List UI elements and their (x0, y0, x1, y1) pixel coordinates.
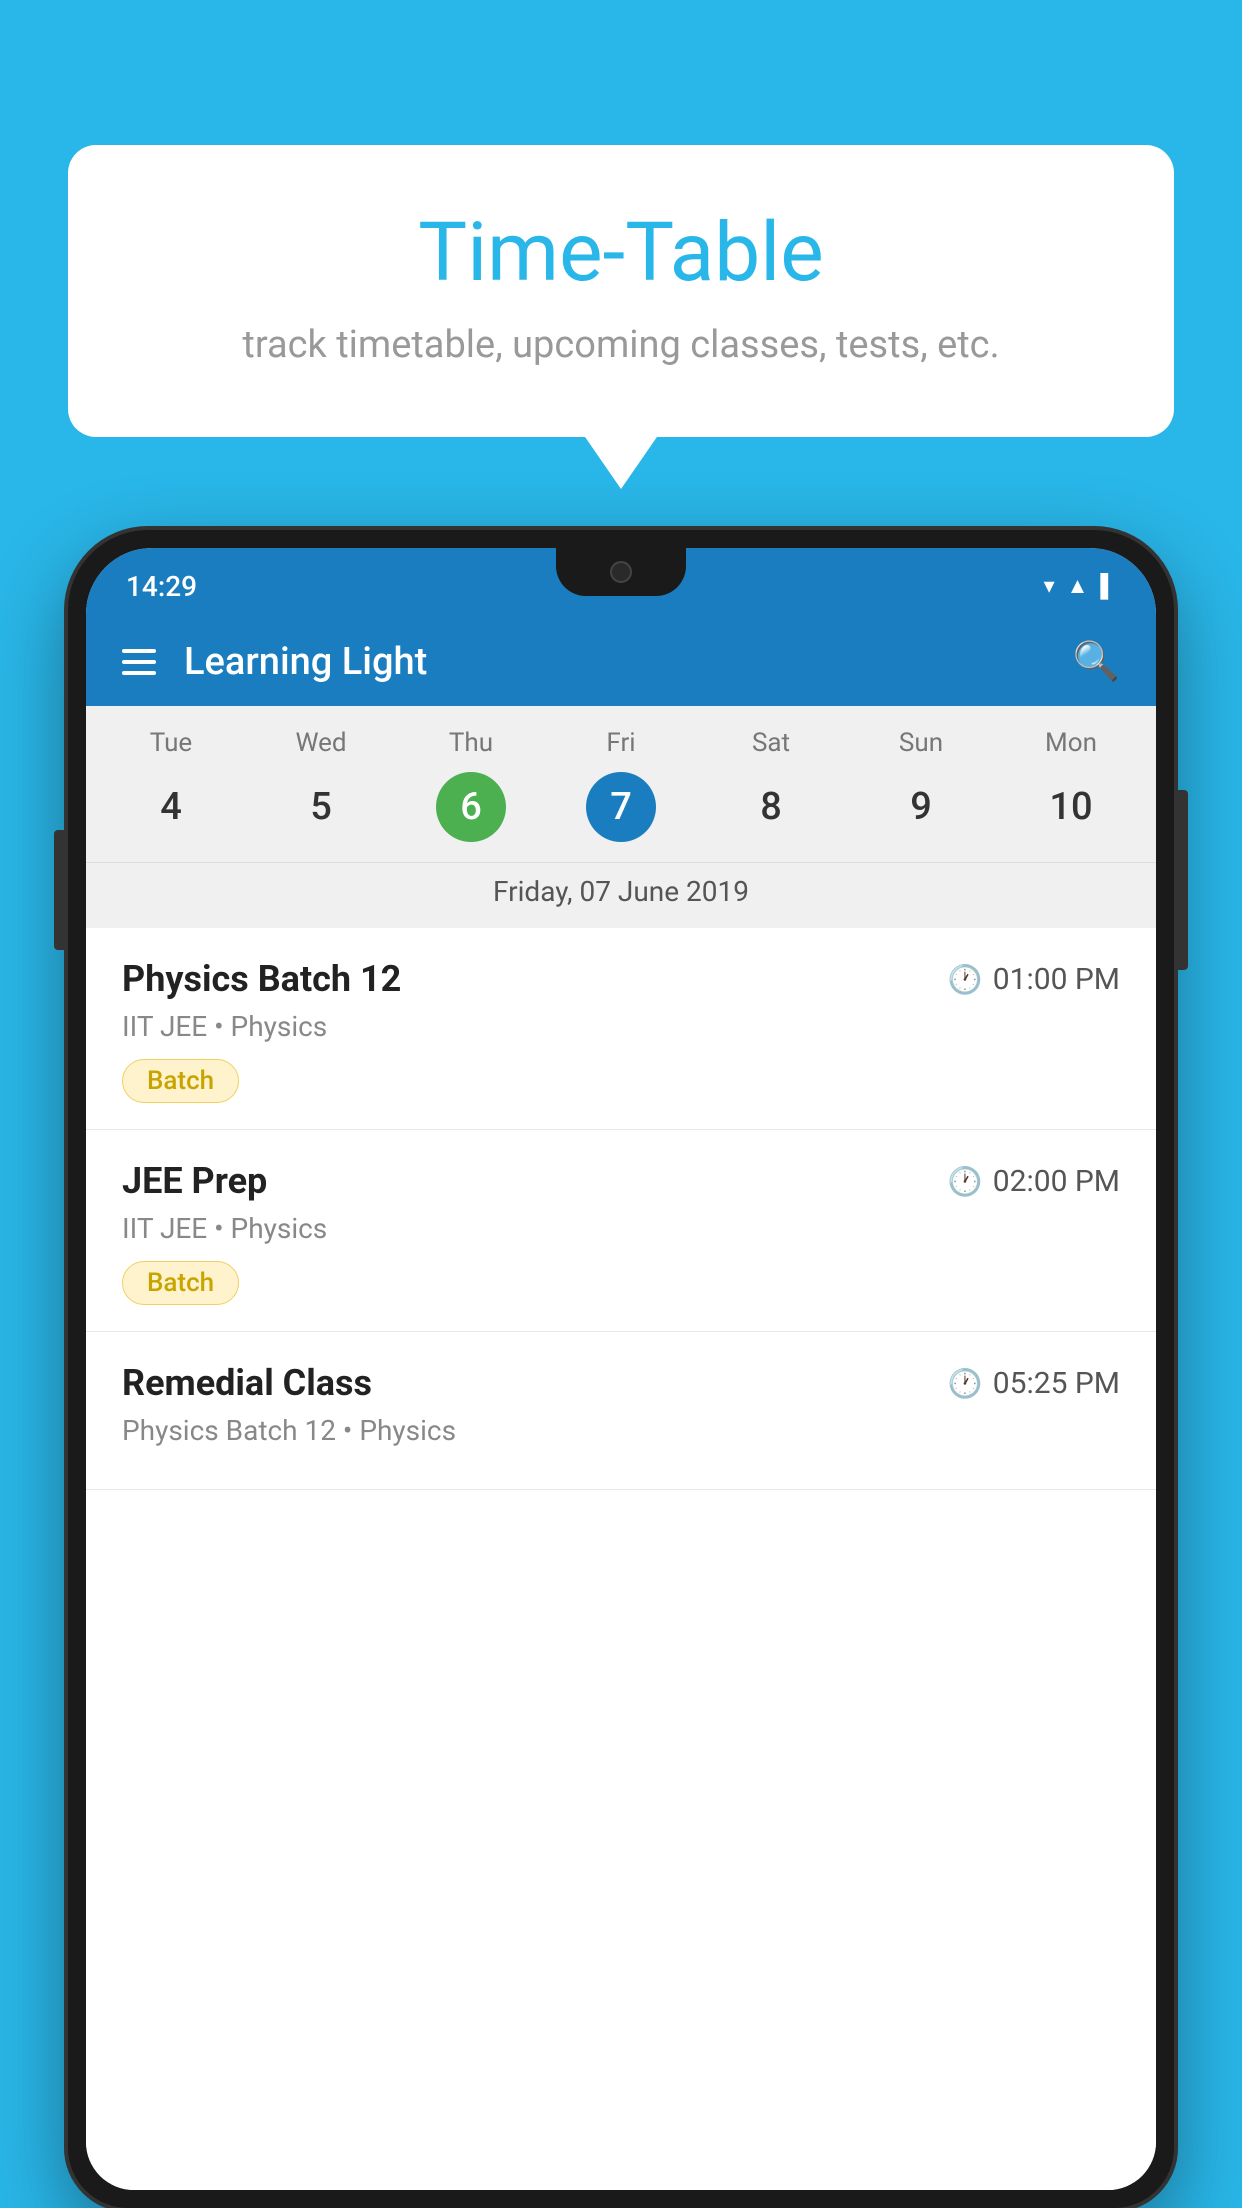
event-time: 🕐 05:25 PM (948, 1366, 1120, 1401)
event-header: Remedial Class 🕐 05:25 PM (122, 1362, 1120, 1404)
hamburger-menu-icon[interactable] (122, 649, 156, 675)
status-icons: ▾ ▲ ▌ (1044, 573, 1116, 599)
day-col-4[interactable]: Tue 4 (121, 728, 221, 862)
event-subtitle: IIT JEE • Physics (122, 1010, 1120, 1043)
calendar-strip: Tue 4 Wed 5 Thu 6 Fri 7 Sat 8 Sun 9 Mon 10 Friday, 07… (86, 706, 1156, 928)
event-title: Physics Batch 12 (122, 958, 401, 1000)
day-name: Sat (752, 728, 790, 758)
day-col-9[interactable]: Sun 9 (871, 728, 971, 862)
event-item[interactable]: Remedial Class 🕐 05:25 PM Physics Batch 12 … (86, 1332, 1156, 1490)
event-time: 🕐 02:00 PM (948, 1164, 1120, 1199)
bubble-subtitle: track timetable, upcoming classes, tests… (148, 323, 1094, 367)
event-badge: Batch (122, 1059, 239, 1103)
day-number: 5 (286, 772, 356, 842)
event-time-text: 05:25 PM (993, 1366, 1120, 1401)
event-badge: Batch (122, 1261, 239, 1305)
day-number: 10 (1036, 772, 1106, 842)
event-title: Remedial Class (122, 1362, 372, 1404)
battery-icon: ▌ (1100, 573, 1116, 599)
event-item[interactable]: JEE Prep 🕐 02:00 PM IIT JEE • Physics Batch (86, 1130, 1156, 1332)
app-bar-title: Learning Light (184, 640, 1073, 684)
notch (556, 548, 686, 596)
event-time-text: 02:00 PM (993, 1164, 1120, 1199)
event-subtitle: IIT JEE • Physics (122, 1212, 1120, 1245)
camera-dot (610, 561, 632, 583)
day-name: Wed (295, 728, 346, 758)
wifi-icon: ▾ (1044, 574, 1055, 599)
selected-date-label: Friday, 07 June 2019 (86, 862, 1156, 928)
speech-bubble: Time-Table track timetable, upcoming cla… (68, 145, 1174, 437)
event-time: 🕐 01:00 PM (948, 962, 1120, 997)
app-bar: Learning Light 🔍 (86, 618, 1156, 706)
event-subtitle: Physics Batch 12 • Physics (122, 1414, 1120, 1447)
day-name: Sun (899, 728, 943, 758)
day-number: 8 (736, 772, 806, 842)
day-number: 4 (136, 772, 206, 842)
day-col-7[interactable]: Fri 7 (571, 728, 671, 862)
search-icon[interactable]: 🔍 (1073, 640, 1120, 684)
day-name: Thu (449, 728, 493, 758)
day-name: Mon (1045, 728, 1097, 758)
phone-mockup: 14:29 ▾ ▲ ▌ Learning Light 🔍 (68, 530, 1174, 2208)
event-time-text: 01:00 PM (993, 962, 1120, 997)
day-col-10[interactable]: Mon 10 (1021, 728, 1121, 862)
clock-icon: 🕐 (948, 1165, 983, 1198)
phone-outer: 14:29 ▾ ▲ ▌ Learning Light 🔍 (68, 530, 1174, 2208)
days-row: Tue 4 Wed 5 Thu 6 Fri 7 Sat 8 Sun 9 Mon 10 (86, 728, 1156, 862)
bubble-title: Time-Table (148, 205, 1094, 301)
day-name: Fri (606, 728, 635, 758)
event-header: Physics Batch 12 🕐 01:00 PM (122, 958, 1120, 1000)
day-col-8[interactable]: Sat 8 (721, 728, 821, 862)
day-name: Tue (150, 728, 192, 758)
day-number: 6 (436, 772, 506, 842)
events-list: Physics Batch 12 🕐 01:00 PM IIT JEE • Physi… (86, 928, 1156, 2190)
clock-icon: 🕐 (948, 963, 983, 996)
event-title: JEE Prep (122, 1160, 267, 1202)
event-header: JEE Prep 🕐 02:00 PM (122, 1160, 1120, 1202)
signal-icon: ▲ (1067, 573, 1089, 599)
speech-bubble-container: Time-Table track timetable, upcoming cla… (68, 145, 1174, 437)
status-time: 14:29 (126, 570, 197, 603)
day-col-5[interactable]: Wed 5 (271, 728, 371, 862)
event-item[interactable]: Physics Batch 12 🕐 01:00 PM IIT JEE • Physi… (86, 928, 1156, 1130)
day-number: 9 (886, 772, 956, 842)
clock-icon: 🕐 (948, 1367, 983, 1400)
day-number: 7 (586, 772, 656, 842)
day-col-6[interactable]: Thu 6 (421, 728, 521, 862)
status-bar: 14:29 ▾ ▲ ▌ (86, 548, 1156, 618)
phone-screen: 14:29 ▾ ▲ ▌ Learning Light 🔍 (86, 548, 1156, 2190)
